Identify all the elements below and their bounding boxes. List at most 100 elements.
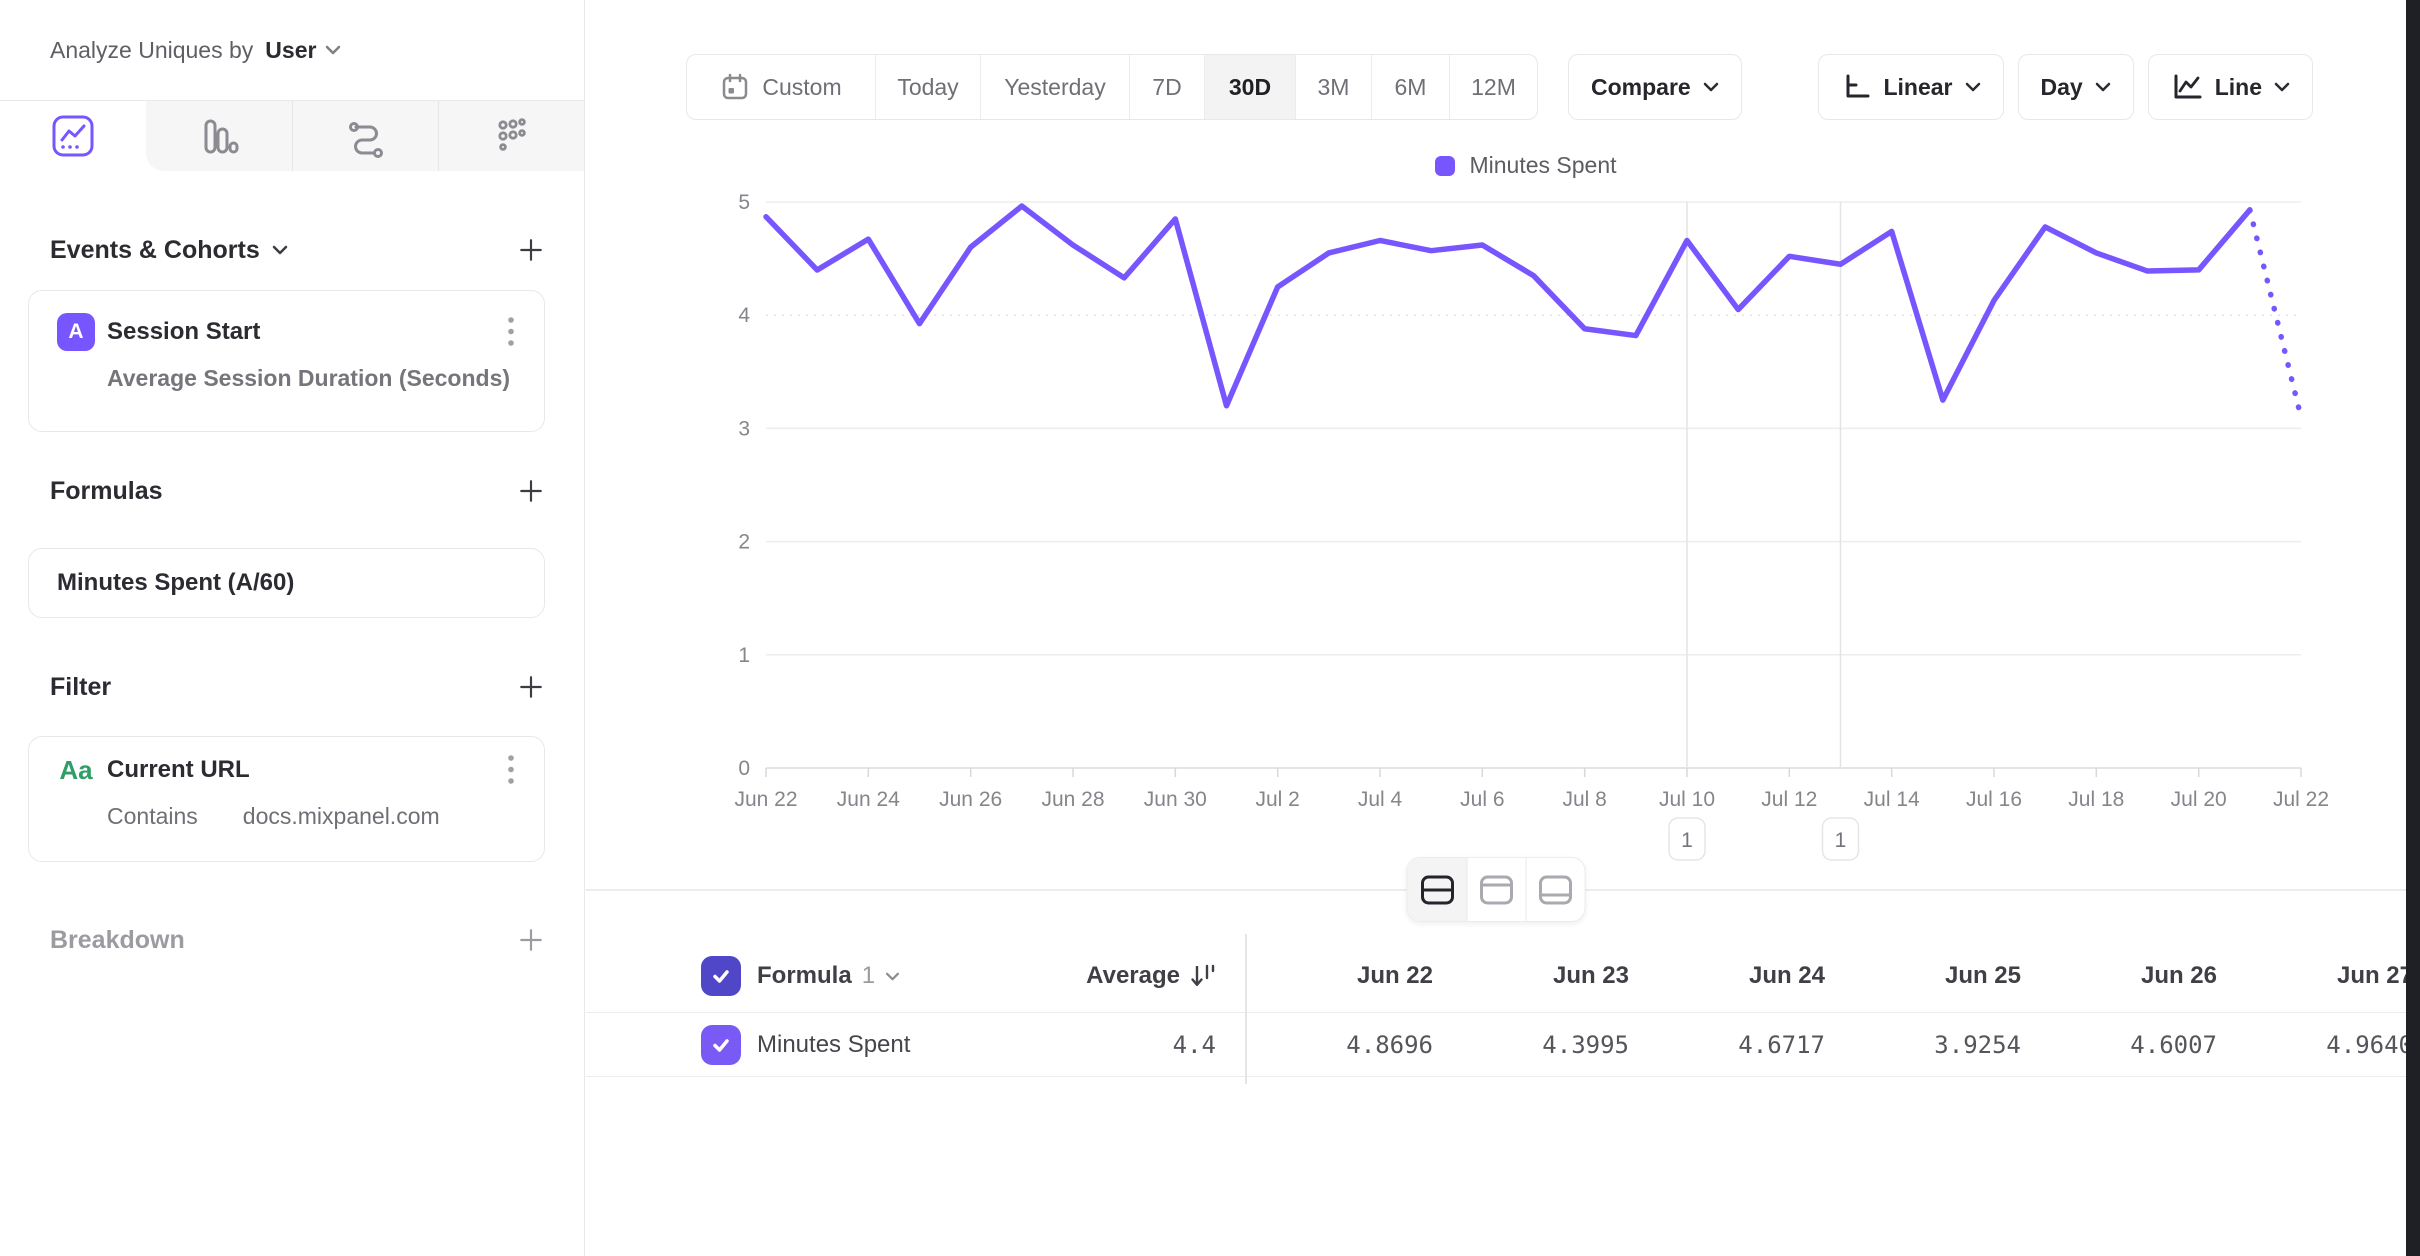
- table-column-divider: [1245, 934, 1247, 1084]
- event-options-button[interactable]: [503, 312, 519, 352]
- event-aggregation[interactable]: Average Session Duration (Seconds): [29, 365, 544, 392]
- x-axis-label: Jul 12: [1761, 788, 1817, 811]
- compare-button[interactable]: Compare: [1568, 54, 1742, 120]
- range-7d[interactable]: 7D: [1129, 55, 1204, 119]
- analyze-entity-value: User: [265, 37, 316, 64]
- report-tabstrip: [0, 100, 584, 171]
- filter-value[interactable]: docs.mixpanel.com: [243, 803, 440, 830]
- breakdown-section-title: Breakdown: [50, 926, 185, 955]
- plus-icon: [518, 927, 544, 953]
- series-line: [766, 206, 2250, 406]
- filter-property-name: Current URL: [107, 756, 250, 784]
- range-30d[interactable]: 30D: [1204, 55, 1295, 119]
- x-axis-label: Jun 26: [939, 788, 1002, 811]
- check-icon: [709, 964, 733, 988]
- x-axis-label: Jul 20: [2171, 788, 2227, 811]
- query-sidebar: Analyze Uniques by User: [0, 0, 585, 1256]
- filter-options-button[interactable]: [503, 750, 519, 790]
- scale-button[interactable]: Linear: [1818, 54, 2003, 120]
- bar-chart-tab-icon: [197, 114, 241, 158]
- analyze-uniques-label: Analyze Uniques by: [50, 37, 253, 64]
- granularity-label: Day: [2041, 74, 2083, 101]
- range-label: Yesterday: [1004, 74, 1105, 101]
- scale-label: Linear: [1883, 74, 1952, 101]
- analyze-entity-dropdown[interactable]: User: [265, 37, 341, 64]
- y-axis-label: 2: [738, 531, 750, 554]
- average-column-header[interactable]: Average: [1030, 962, 1245, 990]
- plus-icon: [518, 674, 544, 700]
- layout-toggle: [1407, 857, 1586, 922]
- series-line-incomplete: [2250, 210, 2301, 417]
- x-axis-label: Jul 2: [1255, 788, 1299, 811]
- x-axis-label: Jun 30: [1144, 788, 1207, 811]
- formula-group-dropdown[interactable]: Formula 1: [757, 962, 900, 990]
- layout-table-top-button[interactable]: [1467, 858, 1526, 921]
- table-top-view-icon: [1479, 874, 1515, 906]
- line-chart-tab-icon: [51, 114, 95, 158]
- analyze-row: Analyze Uniques by User: [50, 30, 341, 70]
- date-range-control: Custom Today Yesterday 7D 30D 3M6M 12M: [686, 54, 1538, 120]
- tab-retention[interactable]: [438, 101, 584, 171]
- range-label: Custom: [762, 74, 841, 101]
- filter-card-current-url[interactable]: Aa Current URL Contains docs.mixpanel.co…: [28, 736, 545, 862]
- annotation-count: 1: [1681, 829, 1693, 852]
- cell-jun-27: 4.9640: [2225, 1031, 2406, 1059]
- chevron-down-icon: [2095, 82, 2111, 92]
- cell-jun-22: 4.8696: [1245, 1031, 1441, 1059]
- plus-icon: [518, 478, 544, 504]
- string-property-icon: Aa: [57, 755, 95, 786]
- layout-split-button[interactable]: [1408, 858, 1467, 921]
- x-axis-label: Jun 24: [837, 788, 900, 811]
- formula-group-label: Formula: [757, 962, 852, 990]
- add-filter-button[interactable]: [518, 674, 544, 700]
- range-label: 30D: [1229, 74, 1271, 101]
- filter-section-header: Filter: [50, 663, 544, 711]
- events-section-title: Events & Cohorts: [50, 236, 260, 265]
- table-data-row: Minutes Spent 4.4 4.86964.39954.67173.92…: [586, 1012, 2406, 1077]
- y-axis-label: 5: [738, 191, 750, 214]
- compare-label: Compare: [1591, 74, 1691, 101]
- table-bottom-view-icon: [1538, 874, 1574, 906]
- range-label: 7D: [1152, 74, 1181, 101]
- x-axis-label: Jul 22: [2273, 788, 2329, 811]
- column-header-jun-22: Jun 22: [1245, 962, 1441, 990]
- add-event-button[interactable]: [518, 237, 544, 263]
- column-header-jun-26: Jun 26: [2029, 962, 2225, 990]
- add-breakdown-button[interactable]: [518, 927, 544, 953]
- plus-icon: [518, 237, 544, 263]
- filter-operator[interactable]: Contains: [107, 803, 198, 830]
- range-6m[interactable]: 6M: [1371, 55, 1449, 119]
- x-axis-label: Jun 28: [1041, 788, 1104, 811]
- event-card-session-start[interactable]: A Session Start Average Session Duration…: [28, 290, 545, 432]
- range-label: 12M: [1471, 74, 1516, 101]
- formula-expression: Minutes Spent (A/60): [57, 569, 294, 597]
- kebab-menu-icon: [507, 316, 515, 348]
- layout-table-bottom-button[interactable]: [1526, 858, 1585, 921]
- range-12m[interactable]: 12M: [1449, 55, 1537, 119]
- flows-tab-icon: [344, 114, 388, 158]
- column-header-jun-25: Jun 25: [1833, 962, 2029, 990]
- formulas-section-header: Formulas: [50, 467, 544, 515]
- tab-flows[interactable]: [292, 101, 438, 171]
- formula-group-checkbox[interactable]: [701, 956, 741, 996]
- range-custom[interactable]: Custom: [687, 55, 875, 119]
- table-header-row: Formula 1 Average Jun 22Jun 23Jun 24Jun …: [586, 940, 2406, 1012]
- tab-insights[interactable]: [0, 101, 146, 171]
- sort-icon: [1190, 962, 1216, 990]
- report-canvas: Custom Today Yesterday 7D 30D 3M6M 12M Compare…: [586, 0, 2406, 1256]
- range-today[interactable]: Today: [875, 55, 980, 119]
- granularity-button[interactable]: Day: [2018, 54, 2134, 120]
- event-letter-badge: A: [57, 313, 95, 351]
- chart-type-button[interactable]: Line: [2148, 54, 2313, 120]
- range-yesterday[interactable]: Yesterday: [980, 55, 1129, 119]
- tab-funnels[interactable]: [146, 101, 292, 171]
- formula-card[interactable]: Minutes Spent (A/60): [28, 548, 545, 618]
- event-name: Session Start: [107, 318, 260, 346]
- y-axis-label: 1: [738, 644, 750, 667]
- add-formula-button[interactable]: [518, 478, 544, 504]
- cell-jun-23: 4.3995: [1441, 1031, 1637, 1059]
- range-3m[interactable]: 3M: [1295, 55, 1371, 119]
- x-axis-label: Jul 18: [2068, 788, 2124, 811]
- chevron-down-icon[interactable]: [272, 245, 288, 255]
- series-checkbox[interactable]: [701, 1025, 741, 1065]
